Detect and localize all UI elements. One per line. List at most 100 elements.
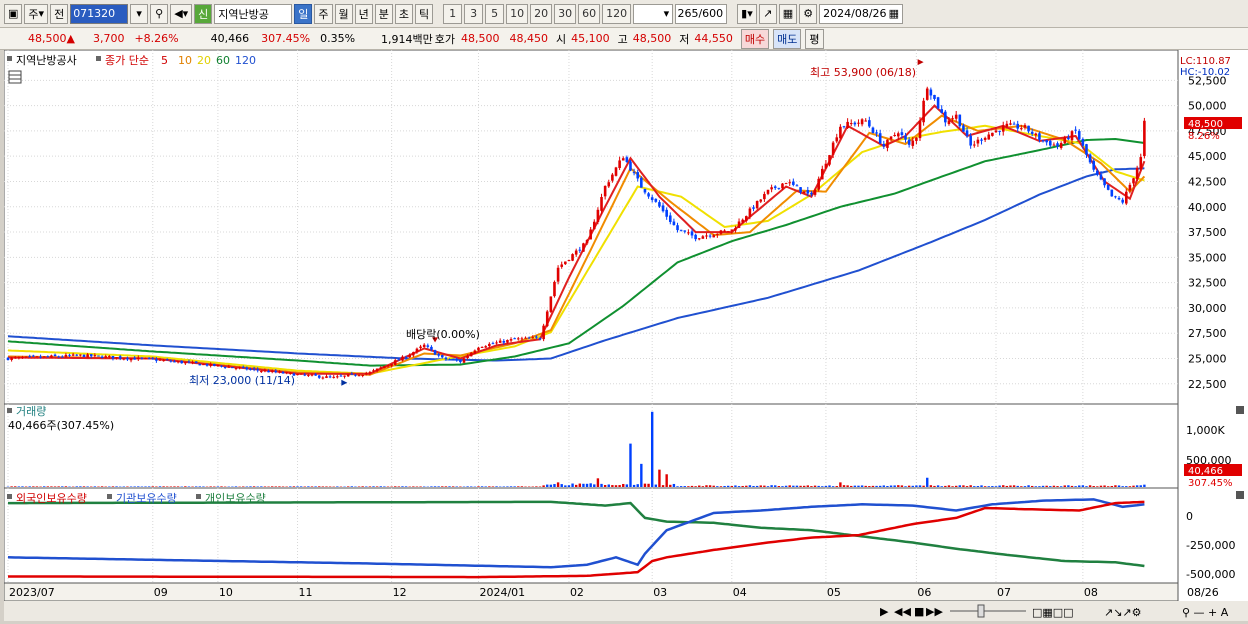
calendar-icon[interactable]: ▦ <box>889 7 899 20</box>
stock-chart-svg[interactable]: 52,50050,00047,50045,00042,50040,00037,5… <box>4 50 1248 621</box>
view-tools-icon[interactable]: □▦□□ <box>1032 606 1074 619</box>
zoom-slider-handle[interactable] <box>978 605 984 617</box>
candle-body <box>159 360 162 361</box>
candle-body <box>814 190 817 195</box>
buy-button[interactable]: 매수 <box>741 29 769 49</box>
volume-bar <box>626 484 628 487</box>
volume-bar <box>789 485 791 487</box>
zoom-tools-icon[interactable]: ⚲ — + A <box>1182 606 1229 619</box>
volume-bar <box>767 486 769 487</box>
candle-body <box>448 359 451 360</box>
volume-bar <box>253 486 255 487</box>
volume-bar <box>561 484 563 487</box>
date-tick-label: 11 <box>299 586 313 599</box>
interval-5[interactable]: 5 <box>485 4 504 24</box>
volume-bar <box>586 484 588 487</box>
volume-bar <box>1024 486 1026 487</box>
last-page-icon[interactable]: ▶▶ <box>926 605 943 618</box>
volume-bar <box>1100 486 1102 487</box>
close-volume-panel-icon[interactable] <box>1236 406 1244 414</box>
stock-code-input[interactable]: 071320 <box>70 4 128 24</box>
date-field[interactable]: 2024/08/26▦ <box>819 4 903 24</box>
volume-bar <box>980 485 982 487</box>
indicator-tools-icon[interactable]: ↗↘↗⚙ <box>1104 606 1142 619</box>
volume-bar <box>293 486 295 487</box>
candle-body <box>665 210 668 217</box>
candle-body <box>379 367 382 368</box>
table-icon[interactable] <box>9 71 21 83</box>
volume-bar <box>665 474 667 487</box>
interval-120[interactable]: 120 <box>602 4 631 24</box>
candle-body <box>987 135 990 140</box>
volume-bar <box>644 484 646 487</box>
interval-20[interactable]: 20 <box>530 4 552 24</box>
stop-icon[interactable]: ■ <box>914 605 924 618</box>
volume-bar <box>702 486 704 487</box>
chart-area[interactable]: 52,50050,00047,50045,00042,50040,00037,5… <box>4 50 1248 621</box>
candle-body <box>1024 125 1027 128</box>
volume-bar <box>600 484 602 487</box>
chart-toolbar: ▣ 주▾ 전 071320 ▾ ⚲ ◀▾ 신 지역난방공 일 주 월 년 분 초… <box>0 0 1248 28</box>
candle-body <box>955 115 958 119</box>
period-month[interactable]: 월 <box>335 4 353 24</box>
candle-icon[interactable]: ▮▾ <box>737 4 757 24</box>
interval-60[interactable]: 60 <box>578 4 600 24</box>
interval-30[interactable]: 30 <box>554 4 576 24</box>
bar-count-field[interactable]: 265/600 <box>675 4 727 24</box>
interval-dropdown[interactable]: ▾ <box>633 4 673 24</box>
volume-bar <box>1009 485 1011 487</box>
candle-body <box>390 364 393 366</box>
volume-bar <box>202 486 204 487</box>
volume-bar <box>322 486 324 487</box>
candle-body <box>1114 196 1117 197</box>
candle-body <box>850 123 853 124</box>
candle-body <box>246 367 249 369</box>
save-icon[interactable]: ▦ <box>779 4 797 24</box>
candle-body <box>611 175 614 181</box>
avg-button[interactable]: 평 <box>805 29 823 49</box>
interval-3[interactable]: 3 <box>464 4 483 24</box>
candle-body <box>398 359 401 360</box>
candle-body <box>712 235 715 237</box>
candle-body <box>188 361 191 362</box>
volume-bar <box>944 486 946 487</box>
draw-tool-icon[interactable]: ↗ <box>759 4 777 24</box>
volume-bar <box>1031 486 1033 487</box>
candle-body <box>173 361 176 362</box>
period-minute[interactable]: 분 <box>375 4 393 24</box>
volume-bar <box>1017 486 1019 487</box>
chart-type-icon[interactable]: ▣ <box>4 4 22 24</box>
interval-1[interactable]: 1 <box>443 4 462 24</box>
volume-bar <box>419 486 421 487</box>
scroll-right-icon[interactable]: ▶ <box>880 605 889 618</box>
candle-body <box>854 123 857 125</box>
volume-bar <box>579 484 581 487</box>
period-day[interactable]: 일 <box>294 4 312 24</box>
candle-body <box>897 133 900 136</box>
first-page-icon[interactable]: ◀◀ <box>894 605 911 618</box>
volume-bar <box>21 486 23 487</box>
speaker-icon[interactable]: ◀▾ <box>170 4 192 24</box>
candle-body <box>658 202 661 206</box>
volume-bar <box>778 486 780 487</box>
prev-button[interactable]: 전 <box>50 4 68 24</box>
volume-bar <box>83 486 85 487</box>
sell-button[interactable]: 매도 <box>773 29 801 49</box>
interval-10[interactable]: 10 <box>506 4 528 24</box>
volume-bar <box>553 484 555 487</box>
gear-icon[interactable]: ⚙ <box>799 4 817 24</box>
candle-body <box>597 210 600 222</box>
candle-body <box>980 140 983 141</box>
code-dropdown-icon[interactable]: ▾ <box>130 4 148 24</box>
volume-bar <box>937 485 939 487</box>
market-select[interactable]: 주▾ <box>24 4 48 24</box>
close-holdings-panel-icon[interactable] <box>1236 491 1244 499</box>
period-second[interactable]: 초 <box>395 4 413 24</box>
period-tick[interactable]: 틱 <box>415 4 433 24</box>
volume-bar <box>792 486 794 487</box>
period-week[interactable]: 주 <box>314 4 332 24</box>
period-year[interactable]: 년 <box>355 4 373 24</box>
search-icon[interactable]: ⚲ <box>150 4 168 24</box>
volume-bar <box>1027 485 1029 487</box>
high-label: 고 <box>618 31 628 47</box>
